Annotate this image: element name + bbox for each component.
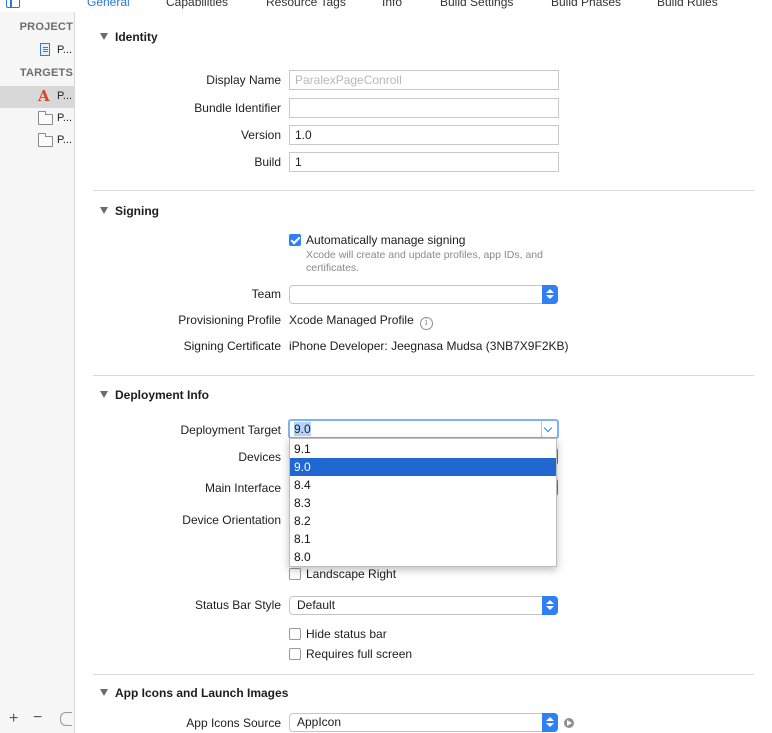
popup-arrows-icon <box>542 596 558 615</box>
display-name-field[interactable]: ParalexPageConroll <box>289 70 559 90</box>
display-name-label: Display Name <box>206 73 281 87</box>
team-popup[interactable] <box>289 285 558 304</box>
app-target-icon: A <box>38 87 50 105</box>
app-icons-source-popup[interactable]: AppIcon <box>289 713 558 732</box>
dropdown-option-8-1[interactable]: 8.1 <box>290 530 556 548</box>
tab-resource-tags[interactable]: Resource Tags <box>266 0 346 9</box>
app-icons-source-value: AppIcon <box>297 715 342 729</box>
identity-section-title: Identity <box>115 30 158 44</box>
sidebar-target-app[interactable]: A P... <box>0 86 74 108</box>
requires-full-screen-label: Requires full screen <box>306 647 413 661</box>
chevron-down-icon[interactable] <box>541 421 557 437</box>
device-orientation-label: Device Orientation <box>182 513 281 527</box>
dropdown-option-8-3[interactable]: 8.3 <box>290 494 556 512</box>
sidebar-project-item[interactable]: P... <box>0 40 74 62</box>
team-label: Team <box>251 287 281 301</box>
auto-manage-signing-checkbox[interactable] <box>289 234 301 246</box>
sidebar-target-uitests[interactable]: P... <box>0 130 74 152</box>
uitest-target-icon <box>38 133 53 147</box>
build-label: Build <box>254 155 281 169</box>
provisioning-profile-text: Xcode Managed Profile <box>289 313 414 327</box>
hide-status-bar-label: Hide status bar <box>306 627 387 641</box>
status-bar-style-label: Status Bar Style <box>194 598 281 612</box>
deployment-target-combo[interactable]: 9.0 <box>288 419 559 439</box>
version-field[interactable]: 1.0 <box>289 125 559 145</box>
project-file-icon <box>40 43 50 56</box>
main-interface-label: Main Interface <box>204 481 281 495</box>
info-icon[interactable]: i <box>419 317 433 330</box>
remove-target-icon[interactable]: − <box>33 709 42 727</box>
test-target-icon <box>38 111 53 125</box>
landscape-right-label: Landscape Right <box>306 567 397 581</box>
sidebar-item-label: P... <box>57 90 73 102</box>
go-arrow-icon[interactable] <box>564 718 574 728</box>
tab-general[interactable]: General <box>87 0 130 9</box>
project-navigator-sidebar: PROJECT P... TARGETS A P... P... P... + … <box>0 12 75 733</box>
sidebar-item-label: P... <box>57 112 73 124</box>
bundle-identifier-field[interactable] <box>289 98 559 118</box>
auto-manage-signing-hint: Xcode will create and update profiles, a… <box>306 249 543 274</box>
provisioning-profile-label: Provisioning Profile <box>178 313 281 327</box>
section-divider <box>93 375 754 376</box>
sidebar-toggle-icon[interactable] <box>6 0 20 8</box>
dropdown-option-9-1[interactable]: 9.1 <box>290 440 556 458</box>
app-icons-section-title: App Icons and Launch Images <box>115 686 289 700</box>
status-bar-style-popup[interactable]: Default <box>289 596 558 615</box>
identity-disclosure-icon[interactable] <box>100 33 108 40</box>
targets-header: TARGETS <box>19 67 73 79</box>
sidebar-item-label: P... <box>57 134 73 146</box>
build-field[interactable]: 1 <box>289 152 559 172</box>
bundle-identifier-label: Bundle Identifier <box>194 101 281 115</box>
auto-manage-signing-label: Automatically manage signing <box>306 233 466 247</box>
app-icons-source-label: App Icons Source <box>186 716 281 730</box>
provisioning-profile-value: Xcode Managed Profile i <box>289 313 433 330</box>
tab-build-rules[interactable]: Build Rules <box>657 0 718 9</box>
section-divider <box>93 674 754 675</box>
version-label: Version <box>240 128 281 142</box>
add-target-icon[interactable]: + <box>9 710 18 728</box>
tab-build-settings[interactable]: Build Settings <box>440 0 513 9</box>
signing-section-title: Signing <box>115 204 159 218</box>
tab-bar: General Capabilities Resource Tags Info … <box>0 0 772 12</box>
project-header: PROJECT <box>19 21 73 33</box>
tab-build-phases[interactable]: Build Phases <box>551 0 621 9</box>
deployment-target-dropdown: 9.1 9.0 8.4 8.3 8.2 8.1 8.0 <box>289 438 557 567</box>
devices-label: Devices <box>238 450 281 464</box>
app-icons-disclosure-icon[interactable] <box>100 689 108 696</box>
dropdown-option-8-0[interactable]: 8.0 <box>290 548 556 566</box>
deployment-disclosure-icon[interactable] <box>100 391 108 398</box>
hide-status-bar-checkbox[interactable] <box>289 628 301 640</box>
sidebar-target-tests[interactable]: P... <box>0 108 74 130</box>
dropdown-option-8-2[interactable]: 8.2 <box>290 512 556 530</box>
status-bar-style-value: Default <box>297 598 336 612</box>
landscape-right-checkbox[interactable] <box>289 568 301 580</box>
requires-full-screen-checkbox[interactable] <box>289 648 301 660</box>
deployment-section-title: Deployment Info <box>115 388 210 402</box>
popup-arrows-icon <box>542 713 558 732</box>
dropdown-option-9-0[interactable]: 9.0 <box>290 458 556 476</box>
section-divider <box>93 190 754 191</box>
sidebar-item-label: P... <box>57 44 73 56</box>
deployment-target-label: Deployment Target <box>180 423 282 437</box>
signing-certificate-label: Signing Certificate <box>183 339 281 353</box>
signing-certificate-value: iPhone Developer: Jeegnasa Mudsa (3NB7X9… <box>289 339 569 353</box>
tab-capabilities[interactable]: Capabilities <box>166 0 228 9</box>
signing-disclosure-icon[interactable] <box>100 207 108 214</box>
dropdown-option-8-4[interactable]: 8.4 <box>290 476 556 494</box>
filter-icon[interactable] <box>60 712 72 726</box>
tab-info[interactable]: Info <box>382 0 402 9</box>
sidebar-bottom-bar: + − <box>0 708 74 733</box>
popup-arrows-icon <box>542 285 558 304</box>
deployment-target-value: 9.0 <box>294 422 311 436</box>
